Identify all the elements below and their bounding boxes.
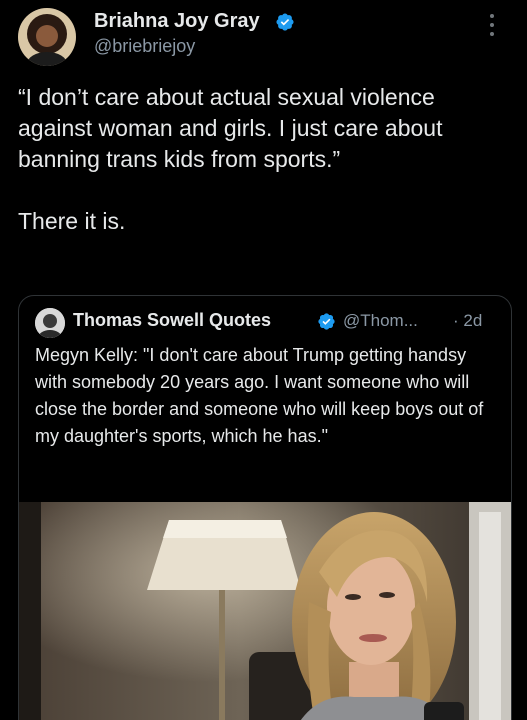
quote-author-handle[interactable]: @Thom...	[343, 311, 418, 331]
quote-text: Megyn Kelly: "I don't care about Trump g…	[35, 345, 484, 446]
video-thumbnail-image[interactable]	[19, 502, 511, 720]
verified-badge-icon	[275, 12, 295, 32]
tweet-text: “I don’t care about actual sexual violen…	[18, 82, 508, 237]
more-vertical-icon[interactable]	[486, 14, 498, 44]
author-avatar[interactable]	[18, 8, 76, 66]
tweet-text-line: There it is.	[18, 208, 126, 234]
tweet-post: Briahna Joy Gray @briebriejoy “I don’t c…	[0, 0, 527, 720]
avatar-image	[18, 8, 76, 66]
quote-author-avatar[interactable]	[35, 308, 65, 338]
verified-badge-icon	[317, 312, 336, 331]
quoted-tweet[interactable]: Thomas Sowell Quotes @Thom... · 2d Megyn…	[18, 295, 512, 720]
quote-author-name[interactable]: Thomas Sowell Quotes	[73, 310, 271, 331]
author-handle[interactable]: @briebriejoy	[94, 36, 195, 57]
tweet-text-line: “I don’t care about actual sexual violen…	[18, 84, 443, 172]
author-name[interactable]: Briahna Joy Gray	[94, 10, 260, 33]
quote-timestamp[interactable]: · 2d	[453, 311, 482, 331]
